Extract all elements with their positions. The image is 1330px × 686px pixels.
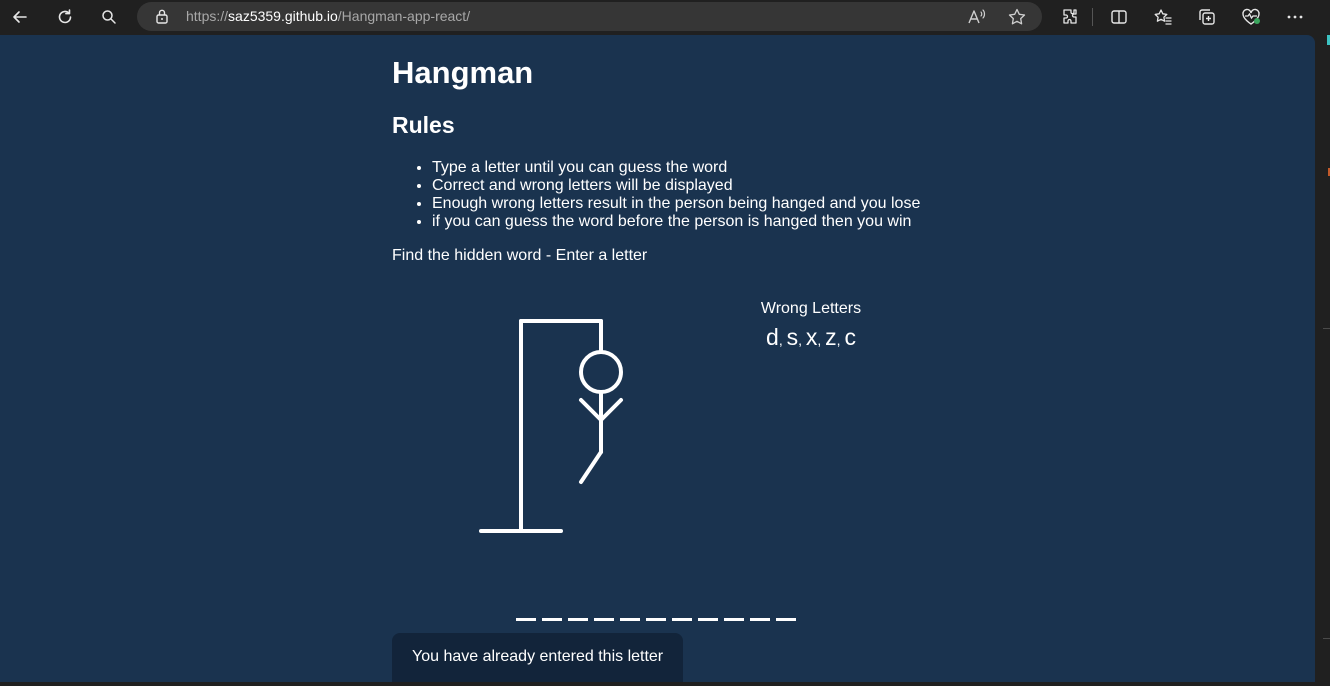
letter-blank — [724, 618, 744, 621]
search-icon[interactable] — [96, 4, 122, 30]
url-host: saz5359.github.io — [228, 8, 338, 24]
letter-blank — [776, 618, 796, 621]
back-icon[interactable] — [7, 4, 33, 30]
split-screen-icon[interactable] — [1106, 4, 1132, 30]
letter-blank — [698, 618, 718, 621]
instruction-text: Find the hidden word - Enter a letter — [392, 247, 648, 264]
hangman-figure — [479, 319, 623, 533]
letter-blank — [672, 618, 692, 621]
hangman-right-arm — [599, 398, 623, 422]
wrong-letters-title: Wrong Letters — [760, 300, 862, 317]
rule-item: Type a letter until you can guess the wo… — [432, 159, 920, 177]
url-prefix: https:// — [186, 8, 229, 24]
page-title: Hangman — [392, 55, 534, 90]
wrong-letters-panel: Wrong Letters d, s, x, z, c — [732, 300, 890, 351]
rules-heading: Rules — [392, 112, 455, 138]
letter-blank — [542, 618, 562, 621]
wrong-letter: x — [805, 324, 818, 350]
letter-blank — [568, 618, 588, 621]
more-icon[interactable] — [1282, 4, 1308, 30]
rule-item: Enough wrong letters result in the perso… — [432, 195, 920, 213]
rule-item: if you can guess the word before the per… — [432, 213, 920, 231]
letter-blank — [516, 618, 536, 621]
collections-icon[interactable] — [1194, 4, 1220, 30]
wrong-letter: z — [825, 324, 837, 350]
extensions-icon[interactable] — [1057, 4, 1083, 30]
url-path: /Hangman-app-react/ — [337, 8, 471, 24]
favorite-icon[interactable] — [1006, 6, 1028, 28]
url-text[interactable]: https://saz5359.github.io/Hangman-app-re… — [186, 8, 470, 24]
wrong-letter: s — [786, 324, 799, 350]
letter-blank — [646, 618, 666, 621]
browser-essentials-icon[interactable] — [1238, 4, 1264, 30]
page-viewport: Hangman Rules Type a letter until you ca… — [0, 35, 1315, 682]
letter-blank — [750, 618, 770, 621]
hangman-left-arm — [579, 398, 603, 422]
scrollbar[interactable] — [1315, 35, 1330, 686]
browser-toolbar: https://saz5359.github.io/Hangman-app-re… — [0, 0, 1330, 33]
notification-popup: You have already entered this letter — [392, 633, 683, 682]
wrong-letters-list: d, s, x, z, c — [766, 324, 856, 350]
refresh-icon[interactable] — [52, 4, 78, 30]
rule-item: Correct and wrong letters will be displa… — [432, 177, 920, 195]
hangman-head — [579, 350, 623, 394]
rules-list: Type a letter until you can guess the wo… — [432, 159, 920, 231]
letter-blank — [594, 618, 614, 621]
address-bar[interactable]: https://saz5359.github.io/Hangman-app-re… — [137, 2, 1042, 31]
toolbar-separator — [1092, 8, 1093, 26]
hidden-word — [516, 618, 796, 621]
read-aloud-icon[interactable] — [966, 6, 988, 28]
wrong-letter: c — [844, 324, 856, 350]
hangman-left-leg — [579, 450, 603, 484]
lock-icon[interactable] — [155, 8, 169, 29]
favorites-icon[interactable] — [1150, 4, 1176, 30]
letter-blank — [620, 618, 640, 621]
wrong-letter: d — [766, 324, 779, 350]
